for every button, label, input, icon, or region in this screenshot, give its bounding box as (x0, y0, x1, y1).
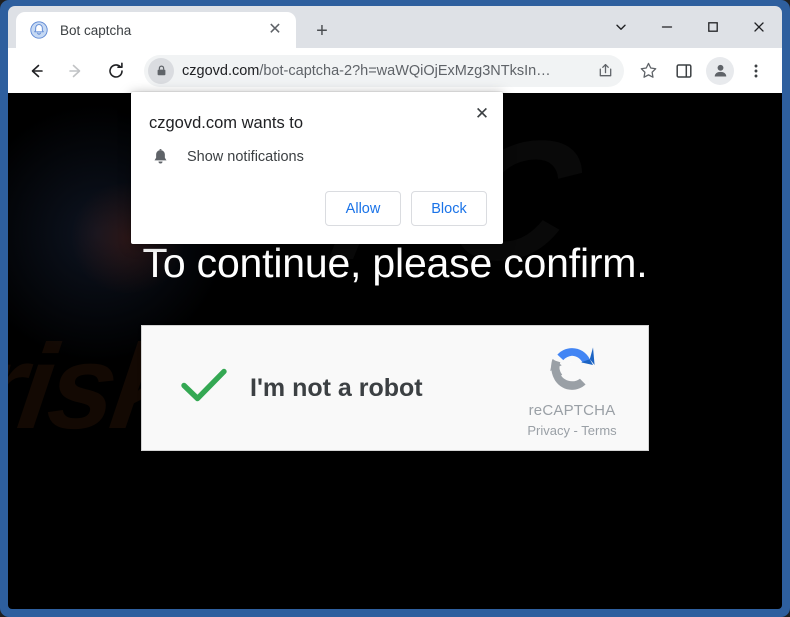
star-icon (640, 62, 656, 78)
dialog-actions: Allow Block (325, 191, 487, 226)
permission-text: Show notifications (187, 149, 304, 165)
tab-title: Bot captcha (60, 22, 132, 38)
address-bar-url: czgovd.com/bot-captcha-2?h=waWQiOjExMzg3… (182, 63, 592, 79)
recaptcha-brand-name: reCAPTCHA (528, 402, 616, 419)
forward-button[interactable] (60, 55, 92, 87)
browser-toolbar: czgovd.com/bot-captcha-2?h=waWQiOjExMzg3… (8, 48, 782, 93)
forward-arrow-icon (69, 64, 81, 77)
back-arrow-icon (31, 64, 43, 77)
dialog-title: czgovd.com wants to (149, 114, 304, 132)
tab-strip: Bot captcha ✕ + (8, 6, 782, 48)
address-bar-path: /bot-captcha-2?h=waWQiOjExMzg3NTksIn… (259, 62, 551, 79)
profile-button[interactable] (705, 56, 735, 86)
bell-icon (149, 146, 171, 168)
notification-permission-dialog: ✕ czgovd.com wants to Show notifications… (131, 92, 503, 244)
browser-window: Bot captcha ✕ + czgovd.com/bot-captcha-2… (0, 0, 790, 617)
lock-icon[interactable] (148, 57, 174, 84)
share-icon[interactable] (592, 58, 618, 84)
maximize-icon[interactable] (690, 6, 736, 48)
three-dot-menu-icon (754, 64, 758, 77)
green-checkmark-icon[interactable] (180, 366, 228, 411)
close-window-icon[interactable] (736, 6, 782, 48)
address-bar-host: czgovd.com (182, 62, 260, 79)
bell-favicon-icon (30, 21, 48, 39)
recaptcha-label: I'm not a robot (250, 373, 423, 402)
reload-icon (109, 62, 123, 78)
recaptcha-privacy-terms[interactable]: Privacy - Terms (527, 423, 616, 438)
minimize-icon[interactable] (644, 6, 690, 48)
page-headline: To continue, please confirm. (142, 240, 648, 286)
dialog-close-icon[interactable]: ✕ (469, 100, 495, 126)
block-button[interactable]: Block (411, 191, 487, 226)
browser-menu-button[interactable] (741, 56, 771, 86)
browser-tab[interactable]: Bot captcha ✕ (16, 12, 296, 48)
side-panel-icon (676, 63, 692, 78)
tab-close-icon[interactable]: ✕ (264, 19, 286, 41)
recaptcha-logo-icon (541, 338, 603, 400)
recaptcha-widget[interactable]: I'm not a robot reCAPTCHA Privacy - Term… (141, 325, 649, 451)
address-bar[interactable]: czgovd.com/bot-captcha-2?h=waWQiOjExMzg3… (144, 54, 624, 87)
permission-row: Show notifications (149, 146, 304, 168)
side-panel-button[interactable] (669, 56, 699, 86)
window-controls (598, 6, 782, 48)
bookmark-button[interactable] (633, 56, 663, 86)
profile-avatar-icon (706, 56, 734, 85)
back-button[interactable] (20, 55, 52, 87)
tab-search-chevron-icon[interactable] (598, 6, 644, 48)
allow-button[interactable]: Allow (325, 191, 401, 226)
reload-button[interactable] (100, 55, 132, 87)
new-tab-button[interactable]: + (308, 17, 336, 45)
recaptcha-branding: reCAPTCHA Privacy - Terms (502, 338, 642, 438)
